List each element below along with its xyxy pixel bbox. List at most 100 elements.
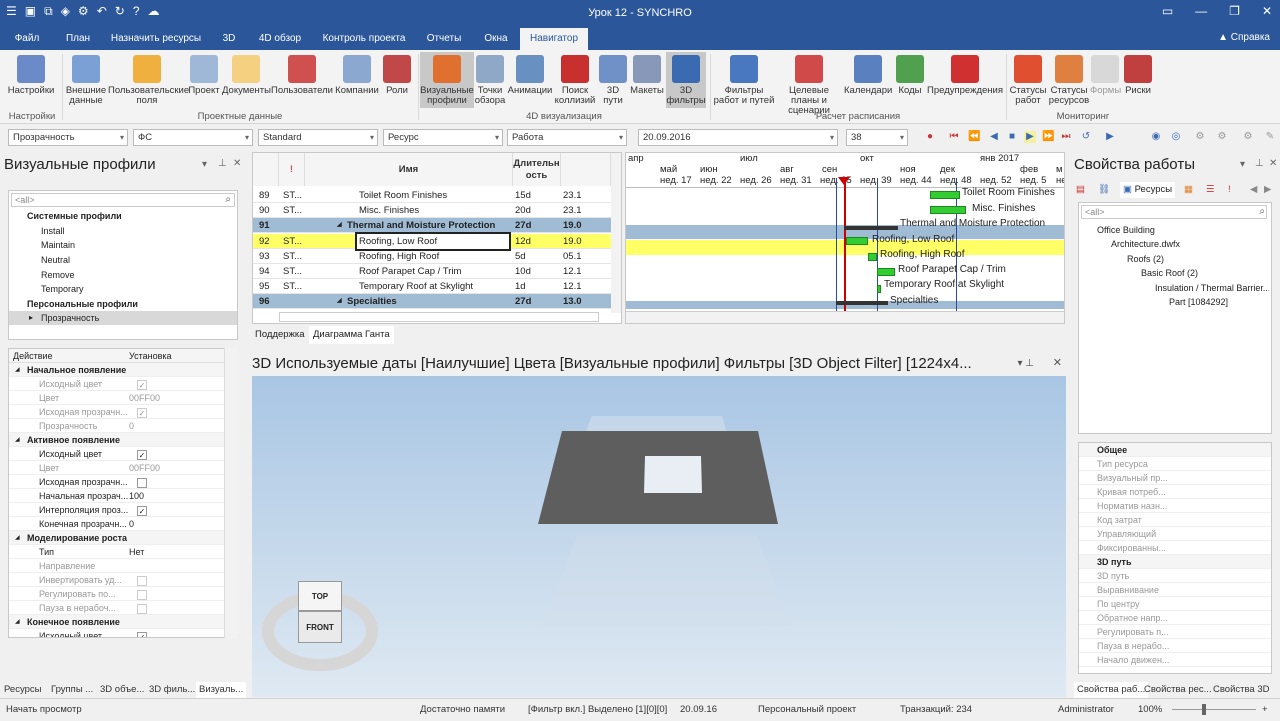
property-row[interactable]: Пауза в нерабоч... <box>9 601 225 615</box>
gantt-bar[interactable] <box>930 191 960 199</box>
collapse-icon[interactable]: ◢ <box>15 433 20 447</box>
playback-mode-icon[interactable]: ▶ <box>1104 131 1116 143</box>
property-row[interactable]: Цвет 00FF00 <box>9 391 225 405</box>
collapse-icon[interactable]: ◢ <box>15 615 20 629</box>
tab-assign-resources[interactable]: Назначить ресурсы <box>108 28 204 50</box>
property-row[interactable]: Конечная прозрачн... 0 <box>9 517 225 531</box>
play-reverse-icon[interactable]: ◀ <box>988 131 1000 143</box>
personal-profiles-group[interactable]: Персональные профили <box>9 297 237 311</box>
property-section-header[interactable]: ◢ Моделирование роста <box>9 531 225 545</box>
gantt-summary-bar[interactable] <box>844 226 898 230</box>
stop-icon[interactable]: ■ <box>1006 131 1018 143</box>
tab-list-icon[interactable]: ☰ <box>1206 182 1215 198</box>
3d-view[interactable]: 3D Используемые даты [Наилучшие] Цвета [… <box>252 351 1066 697</box>
property-checkbox[interactable] <box>137 603 147 614</box>
profile-transparency[interactable]: ▸ Прозрачность <box>9 311 237 325</box>
ribbon-custom-fields-button[interactable]: Пользовательские поля <box>108 52 189 106</box>
property-row[interactable]: Интерполяция проз... ✓ <box>9 503 225 517</box>
collapse-icon[interactable]: ◢ <box>15 363 20 377</box>
panel-close-icon[interactable]: ✕ <box>1269 158 1277 169</box>
property-row[interactable]: Фиксированны... <box>1079 541 1271 555</box>
ribbon-warnings-button[interactable]: Предупреждения <box>926 52 1004 96</box>
panel-options-icon[interactable]: ▾ <box>1240 159 1245 170</box>
bottom-tab-visual-profiles[interactable]: Визуаль... <box>196 682 247 698</box>
ribbon-companies-button[interactable]: Компании <box>334 52 380 96</box>
tab-resources[interactable]: ▣ Ресурсы <box>1120 182 1176 198</box>
property-checkbox[interactable]: ✓ <box>137 407 147 418</box>
gantt-bar[interactable] <box>877 285 881 293</box>
profile-temporary[interactable]: Temporary <box>9 282 237 296</box>
property-row[interactable]: Управляющий <box>1079 527 1271 541</box>
properties-scrollbar[interactable] <box>224 348 238 638</box>
tab-alert-icon[interactable]: ! <box>1228 182 1231 198</box>
zoom-slider[interactable] <box>1172 709 1256 710</box>
tool3-icon[interactable]: ⚙ <box>1242 131 1254 143</box>
ribbon-animations-button[interactable]: Анимации <box>506 52 554 96</box>
property-row[interactable]: Начало движен... <box>1079 653 1271 667</box>
ribbon-work-statuses-button[interactable]: Статусы работ <box>1008 52 1048 106</box>
ribbon-layouts-button[interactable]: Макеты <box>628 52 666 96</box>
ribbon-clash-detection-button[interactable]: Поиск коллизий <box>554 52 596 106</box>
property-value[interactable]: 100 <box>129 491 144 501</box>
property-row[interactable]: Цвет 00FF00 <box>9 461 225 475</box>
col-header-name[interactable]: Имя <box>305 153 513 186</box>
tab-work-properties[interactable]: Свойства раб... <box>1074 682 1149 698</box>
snapshot-icon[interactable]: ◎ <box>1170 131 1182 143</box>
col-header-alert[interactable]: ! <box>279 153 305 186</box>
ribbon-baselines-button[interactable]: Целевые планы и сценарии <box>776 52 842 116</box>
bottom-tab-3d-filters[interactable]: 3D филь... <box>149 682 195 698</box>
property-checkbox[interactable]: ✓ <box>137 379 147 390</box>
gantt-bar[interactable] <box>846 237 868 245</box>
property-row[interactable]: Прозрачность 0 <box>9 419 225 433</box>
restore-ribbon-icon[interactable]: ▭ <box>1162 4 1173 18</box>
tab-3d-properties[interactable]: Свойства 3D ... <box>1213 682 1280 711</box>
pin-icon[interactable]: ⊥ <box>218 158 227 169</box>
tab-reports[interactable]: Отчеты <box>420 28 468 50</box>
tab-links-icon[interactable]: ⛓ <box>1098 182 1110 198</box>
profile-remove[interactable]: Remove <box>9 268 237 282</box>
ribbon-3d-filters-button[interactable]: 3D фильтры <box>666 52 706 108</box>
tool2-icon[interactable]: ⚙ <box>1216 131 1228 143</box>
tree-node[interactable]: Architecture.dwfx <box>1079 237 1269 251</box>
ribbon-users-button[interactable]: Пользователи <box>270 52 334 96</box>
3d-scene[interactable] <box>252 376 1066 697</box>
go-end-icon[interactable]: ⏭ <box>1060 131 1072 143</box>
task-row[interactable]: 96 Specialties 27d 13.0 ◢ <box>253 294 613 310</box>
ribbon-resource-statuses-button[interactable]: Статусы ресурсов <box>1048 52 1090 106</box>
property-row[interactable]: Кривая потреб... <box>1079 485 1271 499</box>
help-menu[interactable]: ▲ Справка <box>1218 32 1270 43</box>
tool1-icon[interactable]: ⚙ <box>1194 131 1206 143</box>
property-row[interactable]: Код затрат <box>1079 513 1271 527</box>
tab-prev-icon[interactable]: ◀ <box>1250 182 1257 198</box>
property-row[interactable]: Тип Нет <box>9 545 225 559</box>
ribbon-viewpoints-button[interactable]: Точки обзора <box>474 52 506 106</box>
task-row[interactable]: 89 ST... Toilet Room Finishes 15d 23.1 <box>253 188 613 203</box>
panel-options-icon[interactable]: ▾ <box>202 159 207 170</box>
tree-node[interactable]: Roofs (2) <box>1079 252 1269 266</box>
property-value[interactable]: 0 <box>129 519 134 529</box>
focus-date-field[interactable]: 20.09.2016 <box>638 129 838 146</box>
property-checkbox[interactable] <box>137 575 147 586</box>
profiles-search-input[interactable]: <all> <box>11 193 235 207</box>
profile-install[interactable]: Install <box>9 224 237 238</box>
zoom-in-icon[interactable]: + <box>1262 699 1268 721</box>
view-cube-top[interactable]: TOP <box>298 581 342 611</box>
task-row[interactable]: 95 ST... Temporary Roof at Skylight 1d 12.1 <box>253 279 613 295</box>
property-section-header[interactable]: 3D путь <box>1079 555 1271 569</box>
tree-node[interactable]: Office Building <box>1079 223 1269 237</box>
ribbon-risks-button[interactable]: Риски <box>1122 52 1154 96</box>
tab-windows[interactable]: Окна <box>478 28 514 50</box>
property-row[interactable]: Исходный цвет ✓ <box>9 377 225 391</box>
grid-vscrollbar[interactable] <box>611 153 621 313</box>
bottom-tab-resources[interactable]: Ресурсы <box>4 682 41 698</box>
view-options-icon[interactable]: ▾ ⊥ <box>1013 351 1034 376</box>
ribbon-visual-profiles-button[interactable]: Визуальные профили <box>420 52 474 108</box>
property-checkbox[interactable]: ✓ <box>137 505 147 516</box>
ribbon-settings-button[interactable]: Настройки <box>4 52 58 96</box>
zoom-field[interactable]: 38 <box>846 129 908 146</box>
property-checkbox[interactable] <box>137 477 147 488</box>
gantt-bar[interactable] <box>930 206 966 214</box>
ribbon-documents-button[interactable]: Документы <box>222 52 271 96</box>
property-row[interactable]: Исходный цвет ✓ <box>9 447 225 461</box>
tab-4d-review[interactable]: 4D обзор <box>252 28 308 50</box>
